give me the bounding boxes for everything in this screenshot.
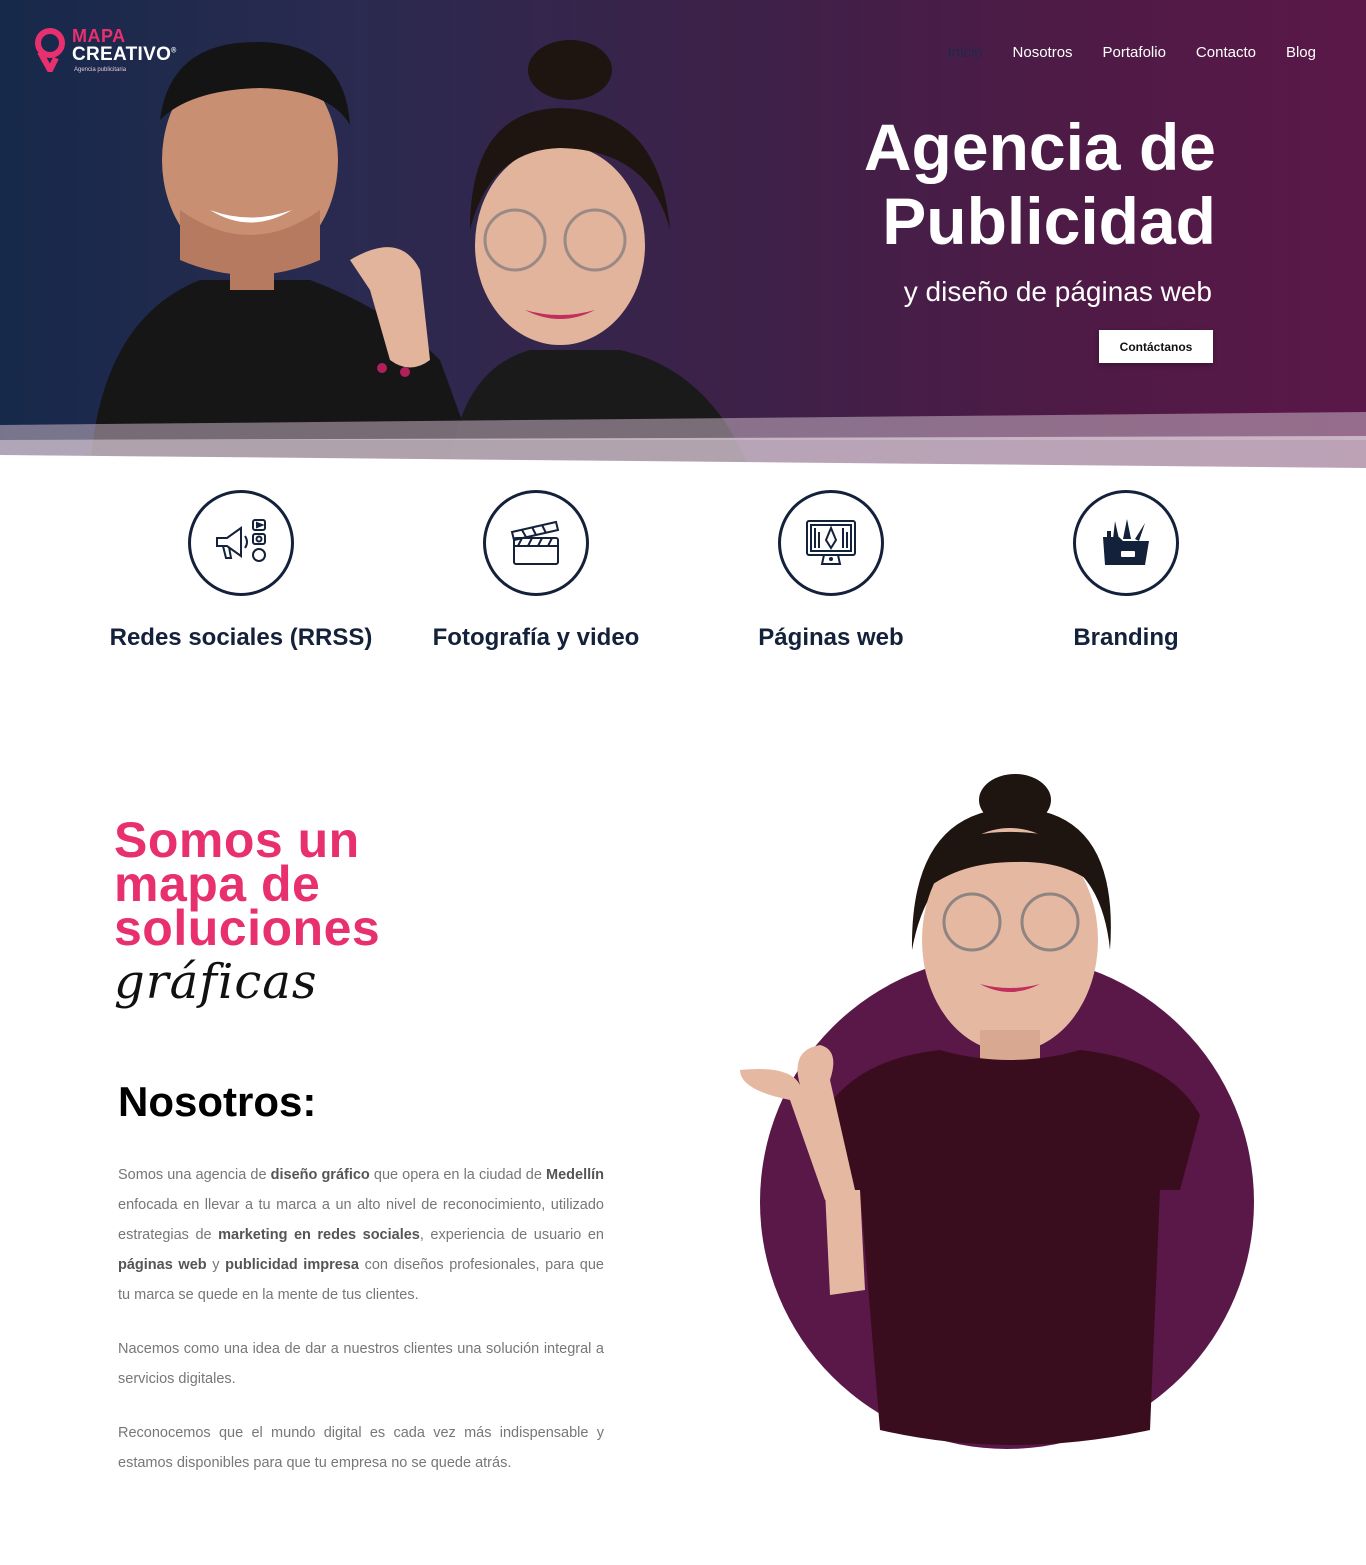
hero-subtitle: y diseño de páginas web [903,276,1212,307]
slogan-graphic: Somos un mapa de soluciones gráficas [114,815,454,1010]
hero-title: Agencia de Publicidad [863,110,1216,258]
service-card-photo-video[interactable]: Fotografía y video [401,490,671,652]
nav-item-blog[interactable]: Blog [1286,44,1316,61]
service-icon-circle [778,490,884,596]
contact-cta-button[interactable]: Contáctanos [1099,330,1213,363]
about-paragraph-3: Reconocemos que el mundo digital es cada… [118,1425,604,1471]
service-label: Branding [1073,624,1179,651]
nav-item-portafolio[interactable]: Portafolio [1103,44,1166,61]
about-paragraph-2: Nacemos como una idea de dar a nuestros … [118,1341,604,1387]
service-card-social[interactable]: Redes sociales (RRSS) [106,490,376,652]
nav-item-inicio[interactable]: Inicio [947,44,982,61]
service-icon-circle [483,490,589,596]
about-paragraph-1: Somos una agencia de diseño gráfico que … [118,1167,605,1303]
megaphone-social-icon [216,519,266,562]
brand-name-line2: CREATIVO® [72,44,177,65]
brand-logo[interactable]: MAPA CREATIVO® Agencia publicitaria [34,26,184,80]
map-pin-logo-icon [35,28,65,72]
branding-folder-icon [1103,519,1149,565]
clapperboard-icon [510,520,560,565]
slogan-line: soluciones [114,900,381,956]
service-icon-circle [188,490,294,596]
slogan-script: gráficas [114,954,318,1010]
about-text: Somos una agencia de diseño gráfico que … [118,1160,604,1502]
service-icon-circle [1073,490,1179,596]
service-label: Páginas web [758,624,904,651]
about-title: Nosotros: [118,1078,317,1125]
main-navigation: Inicio Nosotros Portafolio Contacto Blog [947,44,1316,61]
nav-item-nosotros[interactable]: Nosotros [1013,44,1073,61]
service-label: Fotografía y video [432,624,640,651]
service-card-web-pages[interactable]: Páginas web [696,490,966,652]
brand-tagline: Agencia publicitaria [74,67,127,73]
about-portrait-photo [740,774,1254,1449]
service-card-branding[interactable]: Branding [991,490,1261,652]
service-label: Redes sociales (RRSS) [109,624,373,651]
hero-banner: MAPA CREATIVO® Agencia publicitaria Inic… [0,0,1366,470]
web-design-monitor-icon [806,520,856,565]
nav-item-contacto[interactable]: Contacto [1196,44,1256,61]
